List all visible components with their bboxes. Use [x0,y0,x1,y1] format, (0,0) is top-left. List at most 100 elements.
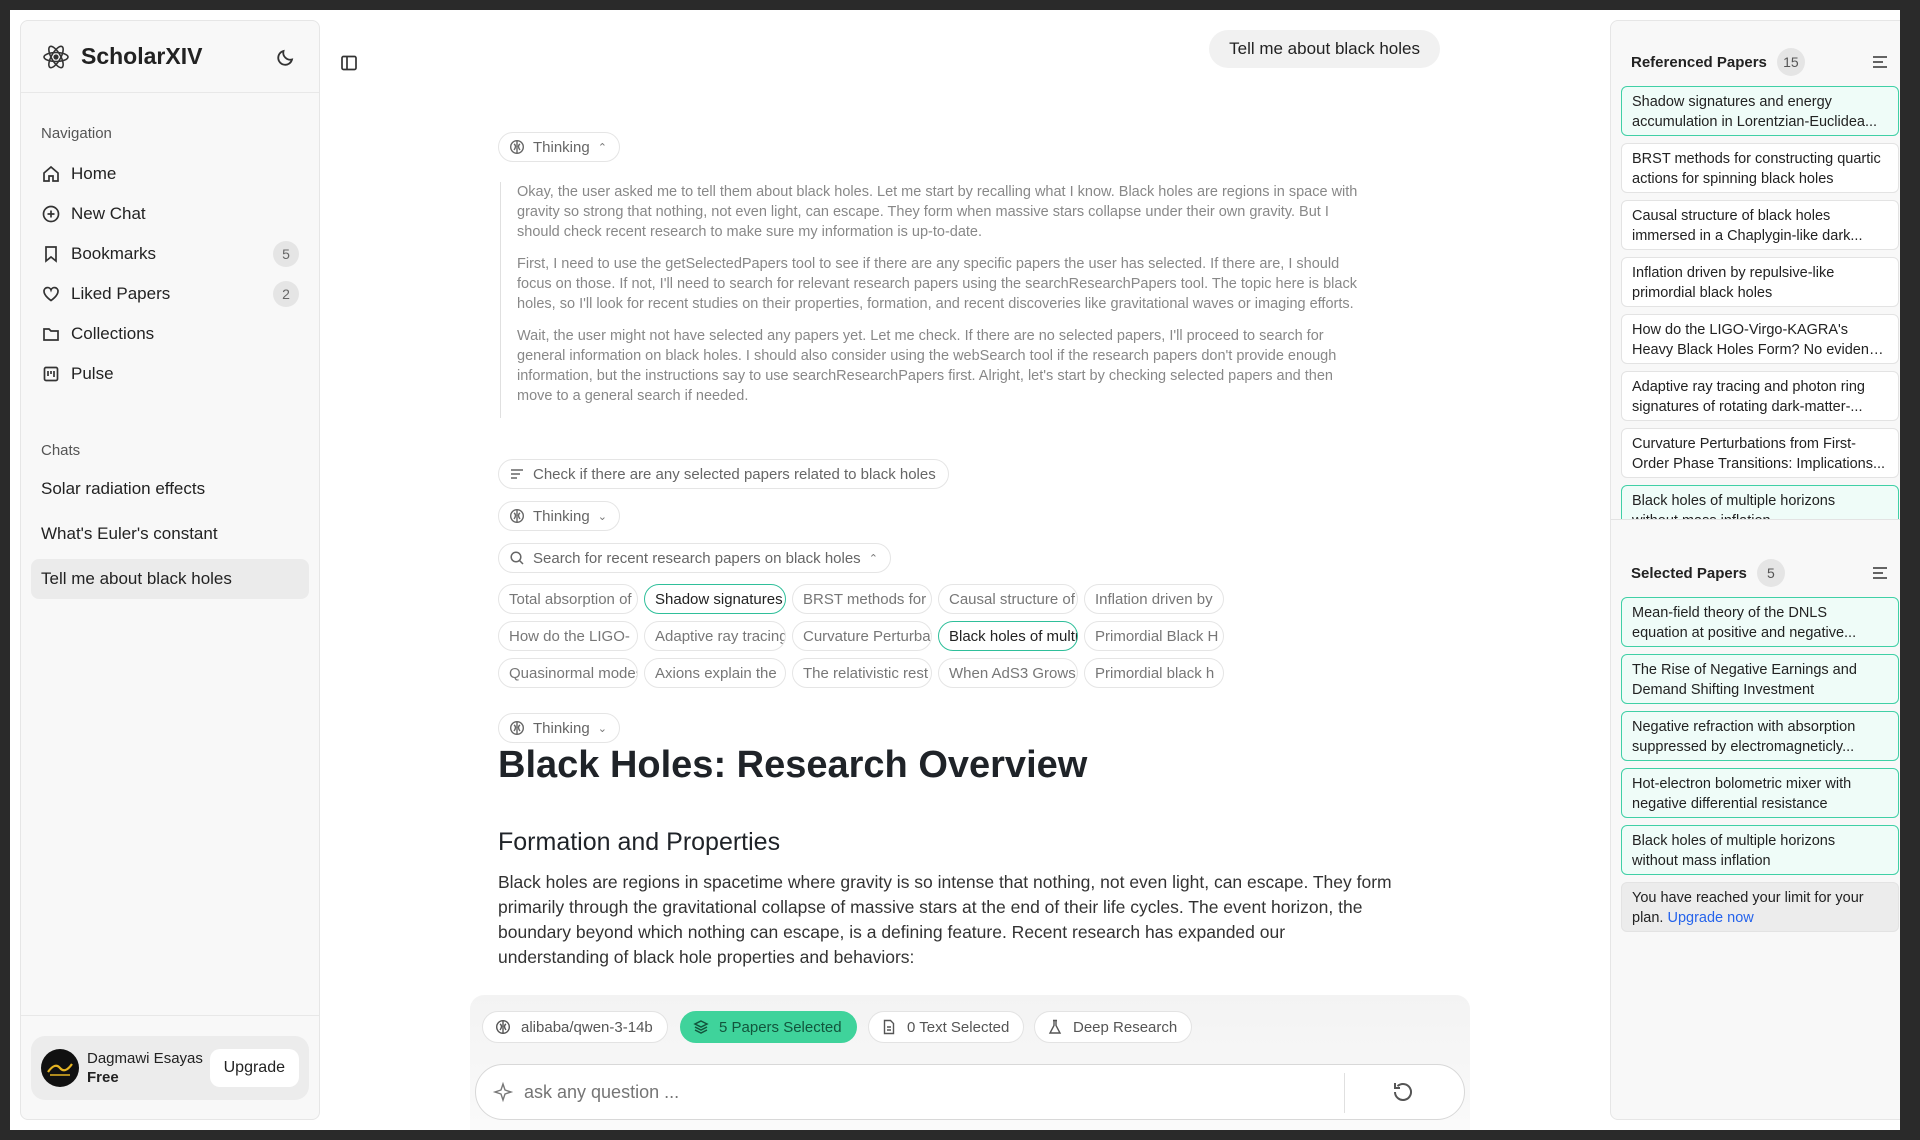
referenced-papers-list: Shadow signatures and energy accumulation… [1611,86,1900,520]
referenced-count-badge: 15 [1776,48,1805,76]
selected-paper-card[interactable]: Negative refraction with absorption suppr… [1621,711,1899,761]
paper-chip[interactable]: Primordial black h [1084,658,1224,688]
answer-title: Black Holes: Research Overview [498,744,1088,786]
sort-menu-icon[interactable] [1871,53,1889,71]
sidebar-item-liked-papers[interactable]: Liked Papers 2 [21,274,319,314]
upgrade-now-link[interactable]: Upgrade now [1667,910,1753,926]
thinking-toggle-collapsed-2[interactable]: Thinking ⌄ [498,713,620,743]
app-window: ScholarXIV Navigation Home New Chat Book… [10,10,1900,1130]
user-name: Dagmawi Esayas [87,1049,203,1067]
sidebar-item-pulse[interactable]: Pulse [21,354,319,394]
paper-chip[interactable]: Primordial Black H [1084,621,1224,651]
referenced-paper-card[interactable]: BRST methods for constructing quartic act… [1621,143,1899,193]
tool-step-search-papers[interactable]: Search for recent research papers on bla… [498,543,891,573]
chat-item-euler[interactable]: What's Euler's constant [31,514,309,554]
referenced-papers-header: Referenced Papers 15 [1611,47,1900,77]
deep-research-button[interactable]: Deep Research [1034,1011,1193,1043]
brain-icon [495,1019,511,1035]
refresh-icon[interactable] [1390,1079,1416,1105]
user-card: Dagmawi Esayas Free Upgrade [31,1035,309,1100]
referenced-paper-card[interactable]: How do the LIGO-Virgo-KAGRA's Heavy Black… [1621,314,1899,364]
sidebar-item-bookmarks[interactable]: Bookmarks 5 [21,234,319,274]
chat-input[interactable] [524,1081,1324,1103]
thinking-content: Okay, the user asked me to tell them abo… [500,182,1370,418]
paper-chip[interactable]: Inflation driven by [1084,584,1224,614]
chats-section-label: Chats [41,442,81,459]
selected-paper-card[interactable]: Black holes of multiple horizons without … [1621,825,1899,875]
thinking-paragraph: Wait, the user might not have selected a… [517,328,1337,404]
paper-chip[interactable]: Quasinormal modes [498,658,638,688]
paper-chip-selected[interactable]: Shadow signatures [644,584,786,614]
deep-research-label: Deep Research [1073,1018,1178,1036]
liked-count-badge: 2 [273,281,299,307]
chevron-up-icon: ⌃ [597,141,607,154]
paper-chip[interactable]: How do the LIGO- [498,621,638,651]
chat-item-black-holes[interactable]: Tell me about black holes [31,559,309,599]
user-plan: Free [87,1068,119,1086]
paper-chip[interactable]: BRST methods for [792,584,932,614]
input-divider [1344,1073,1345,1113]
paper-chip[interactable]: Axions explain the [644,658,786,688]
list-icon [509,466,525,482]
paper-chip-selected[interactable]: Black holes of multiple [938,621,1078,651]
paper-chip[interactable]: Adaptive ray tracing [644,621,786,651]
document-icon [881,1019,897,1035]
thinking-toggle-expanded[interactable]: Thinking ⌃ [498,132,620,162]
selected-paper-card[interactable]: Mean-field theory of the DNLS equation at… [1621,597,1899,647]
thinking-paragraph: Okay, the user asked me to tell them abo… [517,184,1358,240]
paper-chip[interactable]: The relativistic rest [792,658,932,688]
step-search-label: Search for recent research papers on bla… [533,549,861,567]
sidebar-footer: Dagmawi Esayas Free Upgrade [21,1015,319,1119]
tool-step-check-selected[interactable]: Check if there are any selected papers r… [498,459,949,489]
thinking-label: Thinking [533,507,590,525]
sidebar-item-collections[interactable]: Collections [21,314,319,354]
user-message-bubble: Tell me about black holes [1209,30,1440,68]
flask-icon [1047,1019,1063,1035]
papers-selected-label: 5 Papers Selected [719,1018,842,1036]
referenced-paper-card[interactable]: Curvature Perturbations from First- Order… [1621,428,1899,478]
text-selected-button[interactable]: 0 Text Selected [868,1011,1025,1043]
paper-chip[interactable]: Total absorption of [498,584,638,614]
chat-item-solar[interactable]: Solar radiation effects [31,469,309,509]
sidebar-item-label: New Chat [71,204,146,223]
referenced-paper-card[interactable]: Black holes of multiple horizonswithout … [1621,485,1899,519]
brain-icon [509,508,525,524]
sparkle-icon [492,1081,514,1103]
thinking-toggle-collapsed[interactable]: Thinking ⌄ [498,501,620,531]
heart-icon [41,284,61,304]
sidebar-item-label: Bookmarks [71,244,157,263]
papers-selected-button[interactable]: 5 Papers Selected [680,1011,857,1043]
referenced-paper-card[interactable]: Inflation driven by repulsive-like primor… [1621,257,1899,307]
sort-menu-icon[interactable] [1871,564,1889,582]
chevron-down-icon: ⌄ [597,510,607,523]
chevron-up-icon: ⌃ [868,552,878,565]
referenced-paper-card[interactable]: Adaptive ray tracing and photon ring sign… [1621,371,1899,421]
atom-logo-icon [41,42,71,72]
layers-icon [693,1019,709,1035]
selected-paper-card[interactable]: Hot-electron bolometric mixer with negati… [1621,768,1899,818]
thinking-label: Thinking [533,719,590,737]
answer-paragraph: Black holes are regions in spacetime whe… [498,872,1392,967]
sidebar-item-new-chat[interactable]: New Chat [21,194,319,234]
selected-paper-card[interactable]: The Rise of Negative Earnings and Demand … [1621,654,1899,704]
referenced-paper-card[interactable]: Causal structure of black holes immersed … [1621,200,1899,250]
answer-section-heading: Formation and Properties [498,828,781,856]
step-check-label: Check if there are any selected papers r… [533,465,936,483]
brand-name: ScholarXIV [81,43,203,69]
model-name: alibaba/qwen-3-14b [521,1018,653,1036]
sidebar-header: ScholarXIV [21,21,319,93]
paper-chip[interactable]: Curvature Perturbations [792,621,932,651]
pulse-icon [41,364,61,384]
nav-section-label: Navigation [41,125,112,142]
thinking-label: Thinking [533,138,590,156]
sidebar-item-home[interactable]: Home [21,154,319,194]
referenced-paper-card[interactable]: Shadow signatures and energy accumulation… [1621,86,1899,136]
paper-chip[interactable]: When AdS3 Grows [938,658,1078,688]
moon-icon[interactable] [273,44,299,70]
model-selector-button[interactable]: alibaba/qwen-3-14b [482,1011,668,1043]
chat-area: Tell me about black holes Thinking ⌃ Oka… [320,10,1600,1130]
upgrade-button[interactable]: Upgrade [209,1048,299,1087]
avatar[interactable] [41,1048,79,1087]
paper-chip[interactable]: Causal structure of [938,584,1078,614]
selected-count-badge: 5 [1756,559,1785,587]
